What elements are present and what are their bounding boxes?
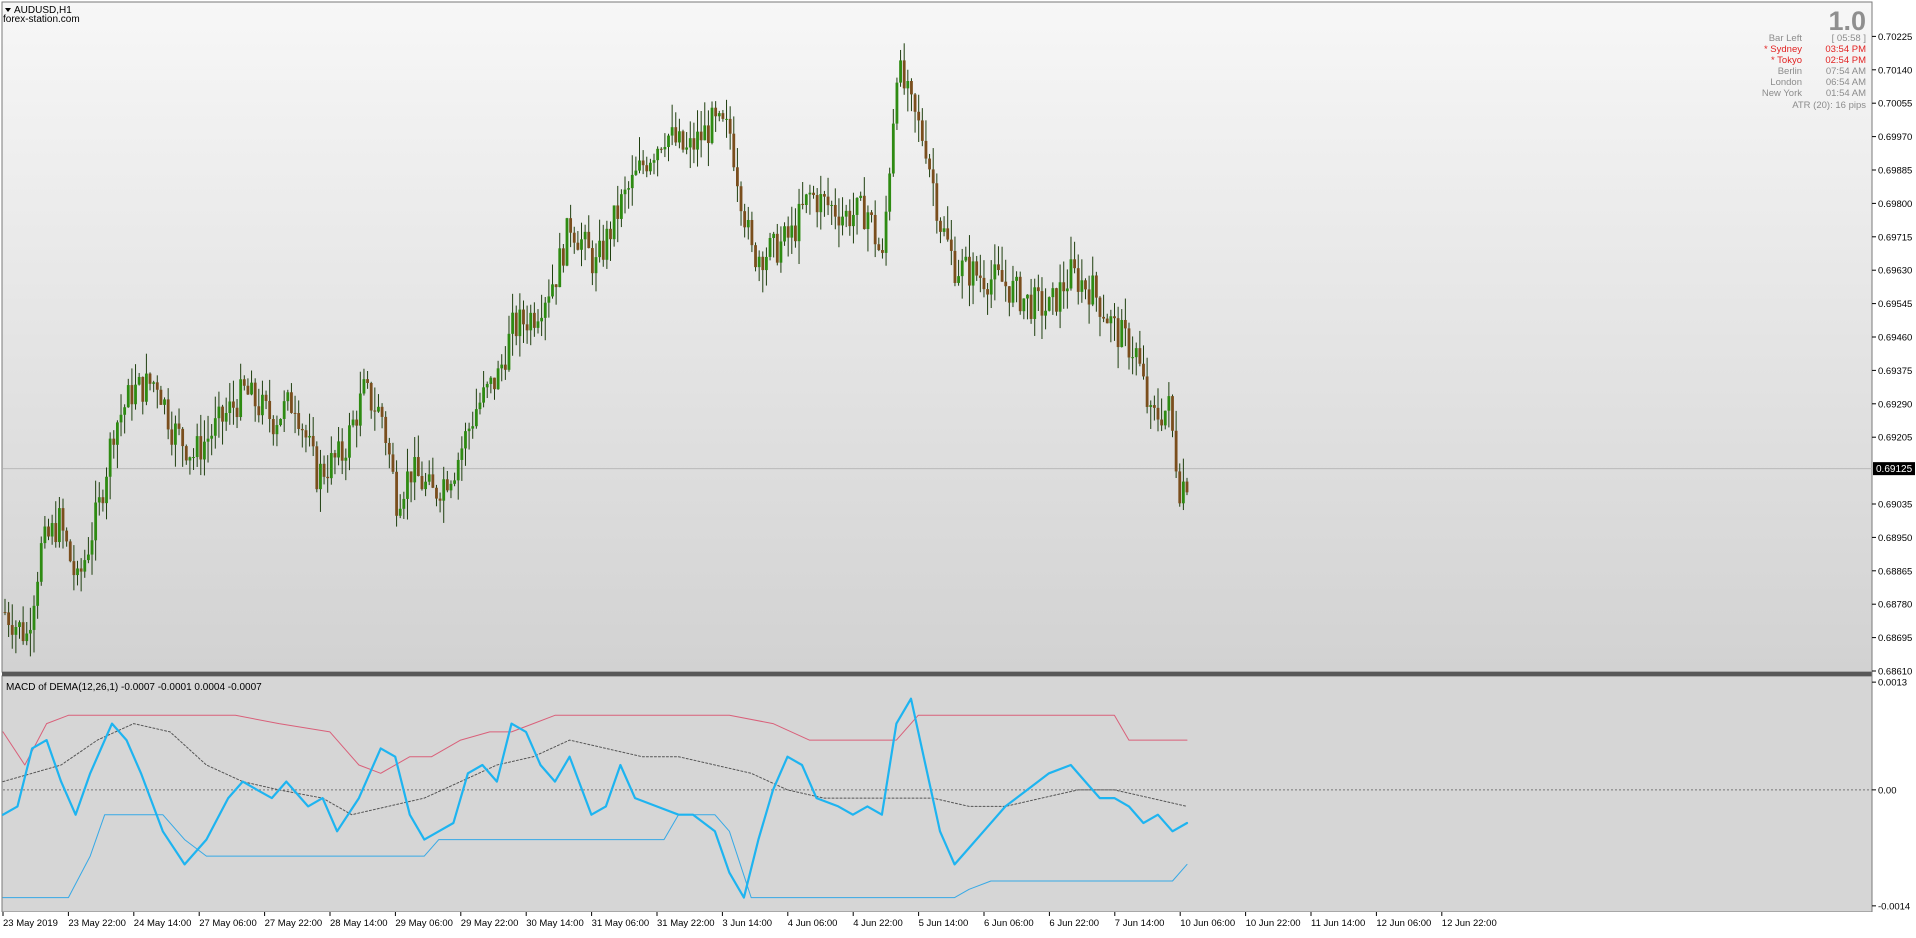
bar-count-label: 1.0 xyxy=(1828,6,1866,36)
session-row-value: 07:54 AM xyxy=(1826,66,1866,77)
price-tick-label: 0.69290 xyxy=(1878,399,1912,410)
atr-label: ATR (20): 16 pips xyxy=(1792,100,1866,111)
session-row-value: 01:54 AM xyxy=(1826,88,1866,99)
chart-canvas[interactable]: 0.70225 0.70140 0.70055 0.69970 0.69885 0.698… xyxy=(0,0,1916,933)
price-tick-label: 0.68780 xyxy=(1878,600,1912,611)
session-row-value: 02:54 PM xyxy=(1825,55,1866,66)
current-price-tag: 0.69125 xyxy=(1873,462,1915,476)
price-tick-label: 0.69545 xyxy=(1878,299,1912,310)
time-tick-label: 12 Jun 22:00 xyxy=(1442,918,1497,929)
indicator-pane[interactable] xyxy=(1,675,1873,913)
candle xyxy=(315,441,319,493)
price-tick-label: 0.69800 xyxy=(1878,199,1912,210)
price-tick-label: 0.70140 xyxy=(1878,65,1912,76)
price-tick-label: 0.68950 xyxy=(1878,533,1912,544)
time-tick-label: 27 May 06:00 xyxy=(199,918,257,929)
candle xyxy=(681,129,685,153)
time-tick-label: 10 Jun 06:00 xyxy=(1180,918,1235,929)
price-tick-label: 0.69630 xyxy=(1878,266,1912,277)
time-tick-label: 29 May 06:00 xyxy=(395,918,453,929)
time-tick-label: 30 May 14:00 xyxy=(526,918,584,929)
macd-tick-label: -0.0014 xyxy=(1878,901,1910,912)
candle xyxy=(39,536,43,586)
macd-tick-label: 0.00 xyxy=(1878,785,1897,796)
candle xyxy=(1055,287,1058,316)
time-tick-label: 31 May 06:00 xyxy=(592,918,650,929)
time-tick-label: 4 Jun 06:00 xyxy=(788,918,838,929)
price-tick-label: 0.68695 xyxy=(1878,633,1912,644)
candle xyxy=(710,101,714,145)
time-tick-label: 23 May 2019 xyxy=(3,918,58,929)
time-tick-label: 3 Jun 14:00 xyxy=(722,918,772,929)
price-tick-label: 0.69205 xyxy=(1878,433,1912,444)
price-tick-label: 0.69035 xyxy=(1878,500,1912,511)
watermark-text: forex-station.com xyxy=(3,14,80,25)
session-row-label: Bar Left xyxy=(1769,33,1803,44)
price-pane[interactable] xyxy=(1,1,1873,673)
indicator-title: MACD of DEMA(12,26,1) -0.0007 -0.0001 0.… xyxy=(6,682,262,693)
current-price-value: 0.69125 xyxy=(1876,464,1913,475)
price-tick-label: 0.70225 xyxy=(1878,32,1912,43)
time-tick-label: 11 Jun 14:00 xyxy=(1311,918,1365,929)
time-tick-label: 4 Jun 22:00 xyxy=(853,918,903,929)
time-tick-label: 27 May 22:00 xyxy=(265,918,323,929)
price-tick-label: 0.68865 xyxy=(1878,566,1912,577)
time-tick-label: 5 Jun 14:00 xyxy=(919,918,969,929)
time-tick-label: 31 May 22:00 xyxy=(657,918,715,929)
price-tick-label: 0.69885 xyxy=(1878,166,1912,177)
session-row-value: 06:54 AM xyxy=(1826,77,1866,88)
time-tick-label: 6 Jun 06:00 xyxy=(984,918,1034,929)
macd-tick-label: 0.0013 xyxy=(1878,678,1907,689)
session-row-label: * Tokyo xyxy=(1771,55,1802,66)
session-row-label: * Sydney xyxy=(1764,44,1802,55)
price-tick-label: 0.69460 xyxy=(1878,333,1912,344)
candle xyxy=(68,539,72,563)
session-row-value: 03:54 PM xyxy=(1825,44,1866,55)
session-row-label: London xyxy=(1770,77,1802,88)
session-row-label: New York xyxy=(1762,88,1802,99)
candle xyxy=(754,242,757,272)
time-tick-label: 6 Jun 22:00 xyxy=(1049,918,1099,929)
candle xyxy=(1047,296,1051,312)
price-tick-label: 0.69715 xyxy=(1878,232,1912,243)
pane-separator[interactable] xyxy=(2,672,1916,676)
time-tick-label: 7 Jun 14:00 xyxy=(1115,918,1165,929)
price-tick-label: 0.69970 xyxy=(1878,132,1912,143)
candle xyxy=(565,217,569,267)
price-tick-label: 0.70055 xyxy=(1878,99,1912,110)
time-tick-label: 28 May 14:00 xyxy=(330,918,388,929)
candle xyxy=(1018,271,1022,315)
time-tick-label: 23 May 22:00 xyxy=(68,918,126,929)
time-tick-label: 29 May 22:00 xyxy=(461,918,519,929)
trading-chart-window: 0.70225 0.70140 0.70055 0.69970 0.69885 0.698… xyxy=(0,0,1916,933)
price-tick-label: 0.68610 xyxy=(1878,667,1912,678)
price-tick-label: 0.69375 xyxy=(1878,366,1912,377)
time-tick-label: 10 Jun 22:00 xyxy=(1246,918,1301,929)
session-row-value: [ 05:58 ] xyxy=(1832,33,1866,44)
time-tick-label: 12 Jun 06:00 xyxy=(1376,918,1431,929)
session-row-label: Berlin xyxy=(1778,66,1802,77)
candle xyxy=(895,77,899,131)
time-tick-label: 24 May 14:00 xyxy=(134,918,192,929)
